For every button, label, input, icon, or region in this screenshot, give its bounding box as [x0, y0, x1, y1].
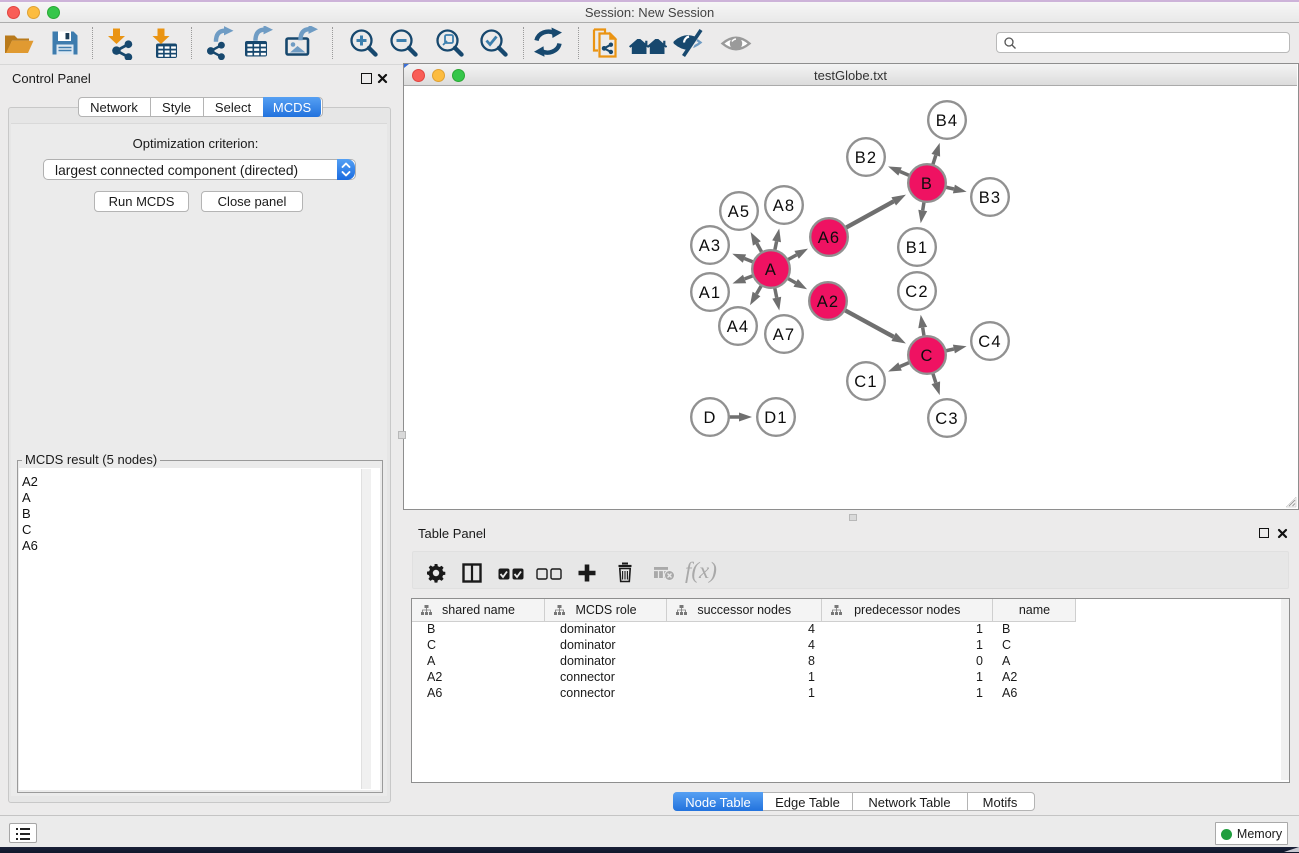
svg-text:D: D — [703, 409, 716, 427]
svg-text:A8: A8 — [773, 197, 796, 215]
svg-text:A1: A1 — [699, 284, 722, 302]
svg-text:C: C — [920, 347, 933, 365]
svg-text:A3: A3 — [699, 237, 722, 255]
svg-text:B3: B3 — [979, 189, 1002, 207]
svg-text:B2: B2 — [855, 149, 878, 167]
svg-text:B1: B1 — [906, 239, 929, 257]
svg-text:C4: C4 — [978, 333, 1002, 351]
svg-text:C2: C2 — [905, 283, 929, 301]
svg-text:A7: A7 — [773, 326, 796, 344]
svg-text:A: A — [765, 261, 777, 279]
svg-text:B4: B4 — [936, 112, 959, 130]
svg-text:A2: A2 — [817, 293, 840, 311]
svg-text:B: B — [921, 175, 933, 193]
svg-text:A6: A6 — [818, 229, 841, 247]
svg-text:C3: C3 — [935, 410, 959, 428]
svg-text:C1: C1 — [854, 373, 878, 391]
svg-text:A4: A4 — [727, 318, 750, 336]
svg-text:A5: A5 — [728, 203, 751, 221]
svg-text:D1: D1 — [764, 409, 788, 427]
